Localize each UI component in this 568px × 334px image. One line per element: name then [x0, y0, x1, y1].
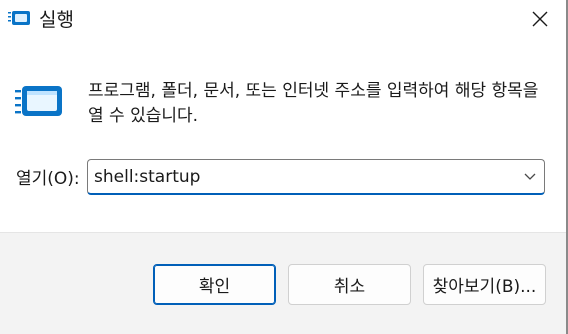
description-text: 프로그램, 폴더, 문서, 또는 인터넷 주소를 입력하여 해당 항목을 열 수… [88, 81, 539, 126]
run-app-icon [14, 80, 64, 124]
window-title: 실행 [39, 9, 74, 31]
close-button[interactable] [520, 4, 560, 38]
button-bar: 확인 취소 찾아보기(B)... [0, 232, 566, 334]
open-combobox[interactable]: shell:startup [87, 159, 545, 195]
open-label: 열기(O): [16, 169, 80, 189]
chevron-down-icon[interactable] [522, 168, 538, 184]
run-dialog: 실행 프로그램, 폴더, 문서, 또는 인터넷 주소를 입력하여 해당 항목을 … [0, 0, 568, 334]
ok-button[interactable]: 확인 [153, 264, 276, 305]
cancel-button[interactable]: 취소 [288, 264, 411, 305]
title-bar[interactable]: 실행 [0, 0, 566, 44]
run-icon [8, 9, 32, 29]
open-input[interactable]: shell:startup [94, 166, 200, 188]
browse-button[interactable]: 찾아보기(B)... [423, 264, 546, 305]
close-icon [532, 11, 548, 31]
